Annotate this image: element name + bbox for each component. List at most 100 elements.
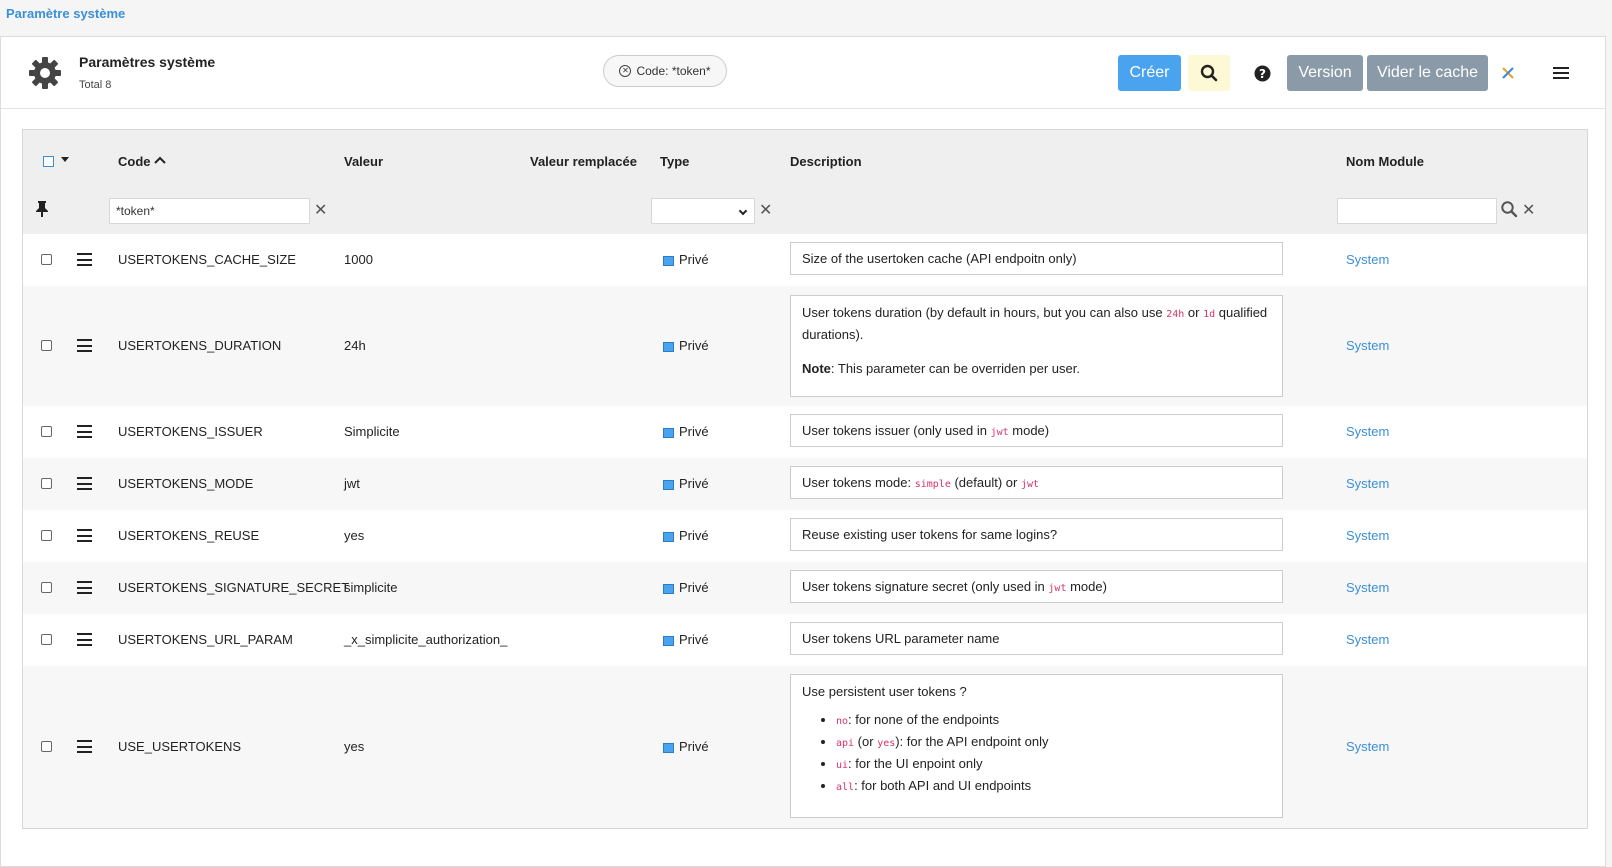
module-link[interactable]: System <box>1346 632 1389 647</box>
value-cell: 24h <box>344 338 366 353</box>
row-menu-icon[interactable] <box>77 253 92 266</box>
value-cell: yes <box>344 528 365 543</box>
row-checkbox[interactable] <box>41 426 52 437</box>
menu-button[interactable] <box>1548 55 1574 91</box>
help-button[interactable]: ? <box>1245 55 1279 91</box>
code-cell[interactable]: USERTOKENS_DURATION <box>118 338 281 353</box>
type-cell: Privé <box>679 528 709 543</box>
description-cell: Size of the usertoken cache (API endpoit… <box>790 242 1283 275</box>
search-icon[interactable] <box>1500 200 1518 218</box>
module-filter-input[interactable] <box>1337 198 1497 224</box>
list-header: Paramètres système Total 8 ✕ Code: *toke… <box>1 37 1605 109</box>
filter-pill-label: Code: *token* <box>636 64 711 78</box>
type-cell: Privé <box>679 580 709 595</box>
code-cell[interactable]: USERTOKENS_SIGNATURE_SECRET <box>118 580 349 595</box>
column-module[interactable]: Nom Module <box>1346 154 1424 169</box>
module-link[interactable]: System <box>1346 338 1389 353</box>
clear-code-filter-icon[interactable]: ✕ <box>314 200 327 220</box>
row-menu-icon[interactable] <box>77 477 92 490</box>
code-cell[interactable]: USERTOKENS_CACHE_SIZE <box>118 252 296 267</box>
value-cell: simplicite <box>344 580 398 595</box>
total-count: Total 8 <box>79 79 112 91</box>
value-cell: 1000 <box>344 252 373 267</box>
close-icon <box>1502 67 1514 79</box>
table-row[interactable]: USERTOKENS_DURATION 24h Privé User token… <box>23 286 1587 406</box>
row-checkbox[interactable] <box>41 741 52 752</box>
module-link[interactable]: System <box>1346 580 1389 595</box>
close-button[interactable] <box>1498 55 1518 91</box>
row-menu-icon[interactable] <box>77 633 92 646</box>
module-link[interactable]: System <box>1346 528 1389 543</box>
type-icon <box>663 532 674 542</box>
value-cell: Simplicite <box>344 424 400 439</box>
type-filter-select[interactable] <box>651 198 755 224</box>
code-filter-input[interactable]: *token* <box>109 198 310 224</box>
table-row[interactable]: USERTOKENS_URL_PARAM _x_simplicite_autho… <box>23 614 1587 666</box>
breadcrumb[interactable]: Paramètre système <box>6 6 125 21</box>
table-row[interactable]: USERTOKENS_REUSE yes Privé Reuse existin… <box>23 510 1587 562</box>
table-row[interactable]: USERTOKENS_ISSUER Simplicite Privé User … <box>23 406 1587 458</box>
module-link[interactable]: System <box>1346 424 1389 439</box>
remove-filter-icon[interactable]: ✕ <box>619 65 632 77</box>
clear-module-filter-icon[interactable]: ✕ <box>1522 200 1535 220</box>
row-menu-icon[interactable] <box>77 529 92 542</box>
module-link[interactable]: System <box>1346 252 1389 267</box>
column-type[interactable]: Type <box>660 154 689 169</box>
table-row[interactable]: USERTOKENS_MODE jwt Privé User tokens mo… <box>23 458 1587 510</box>
code-cell[interactable]: USERTOKENS_REUSE <box>118 528 259 543</box>
create-button[interactable]: Créer <box>1118 55 1181 91</box>
row-menu-icon[interactable] <box>77 425 92 438</box>
row-checkbox[interactable] <box>41 478 52 489</box>
code-cell[interactable]: USERTOKENS_ISSUER <box>118 424 263 439</box>
clear-cache-button[interactable]: Vider le cache <box>1367 55 1488 91</box>
description-cell: User tokens mode: simple (default) or jw… <box>790 466 1283 499</box>
description-cell: Use persistent user tokens ? no: for non… <box>790 674 1283 818</box>
row-menu-icon[interactable] <box>77 581 92 594</box>
column-code[interactable]: Code <box>118 154 166 169</box>
table-row[interactable]: USERTOKENS_CACHE_SIZE 1000 Privé Size of… <box>23 234 1587 286</box>
row-checkbox[interactable] <box>41 582 52 593</box>
description-cell: User tokens issuer (only used in jwt mod… <box>790 414 1283 447</box>
row-menu-icon[interactable] <box>77 339 92 352</box>
sort-ascending-icon <box>154 156 166 164</box>
code-cell[interactable]: USERTOKENS_URL_PARAM <box>118 632 293 647</box>
column-value[interactable]: Valeur <box>344 154 383 169</box>
search-button[interactable] <box>1188 55 1230 91</box>
value-cell: yes <box>344 739 365 754</box>
help-icon: ? <box>1254 65 1270 81</box>
version-button[interactable]: Version <box>1287 55 1363 91</box>
row-checkbox[interactable] <box>41 530 52 541</box>
type-cell: Privé <box>679 632 709 647</box>
type-icon <box>663 342 674 352</box>
svg-text:?: ? <box>1259 67 1266 81</box>
row-checkbox[interactable] <box>41 254 52 265</box>
row-checkbox[interactable] <box>41 340 52 351</box>
description-cell: Reuse existing user tokens for same logi… <box>790 518 1283 551</box>
type-cell: Privé <box>679 739 709 754</box>
selection-dropdown-icon[interactable] <box>61 157 69 162</box>
type-icon <box>663 428 674 438</box>
menu-icon <box>1553 67 1569 79</box>
active-filter-pill[interactable]: ✕ Code: *token* <box>603 55 727 87</box>
code-cell[interactable]: USE_USERTOKENS <box>118 739 241 754</box>
description-cell: User tokens URL parameter name <box>790 622 1283 655</box>
module-link[interactable]: System <box>1346 739 1389 754</box>
type-cell: Privé <box>679 338 709 353</box>
results-table: Code Valeur Valeur remplacée Type Descri… <box>22 129 1588 829</box>
column-overridden[interactable]: Valeur remplacée <box>530 154 637 169</box>
row-menu-icon[interactable] <box>77 740 92 753</box>
pin-icon[interactable] <box>34 200 50 218</box>
column-description[interactable]: Description <box>790 154 862 169</box>
page-title: Paramètres système <box>79 54 216 70</box>
table-row[interactable]: USE_USERTOKENS yes Privé Use persistent … <box>23 666 1587 828</box>
select-all-checkbox[interactable] <box>43 156 54 167</box>
type-icon <box>663 636 674 646</box>
main-panel: Paramètres système Total 8 ✕ Code: *toke… <box>0 36 1606 867</box>
module-link[interactable]: System <box>1346 476 1389 491</box>
code-cell[interactable]: USERTOKENS_MODE <box>118 476 253 491</box>
row-checkbox[interactable] <box>41 634 52 645</box>
clear-type-filter-icon[interactable]: ✕ <box>759 200 772 220</box>
table-row[interactable]: USERTOKENS_SIGNATURE_SECRET simplicite P… <box>23 562 1587 614</box>
type-cell: Privé <box>679 252 709 267</box>
value-cell: _x_simplicite_authorization_ <box>344 632 508 647</box>
